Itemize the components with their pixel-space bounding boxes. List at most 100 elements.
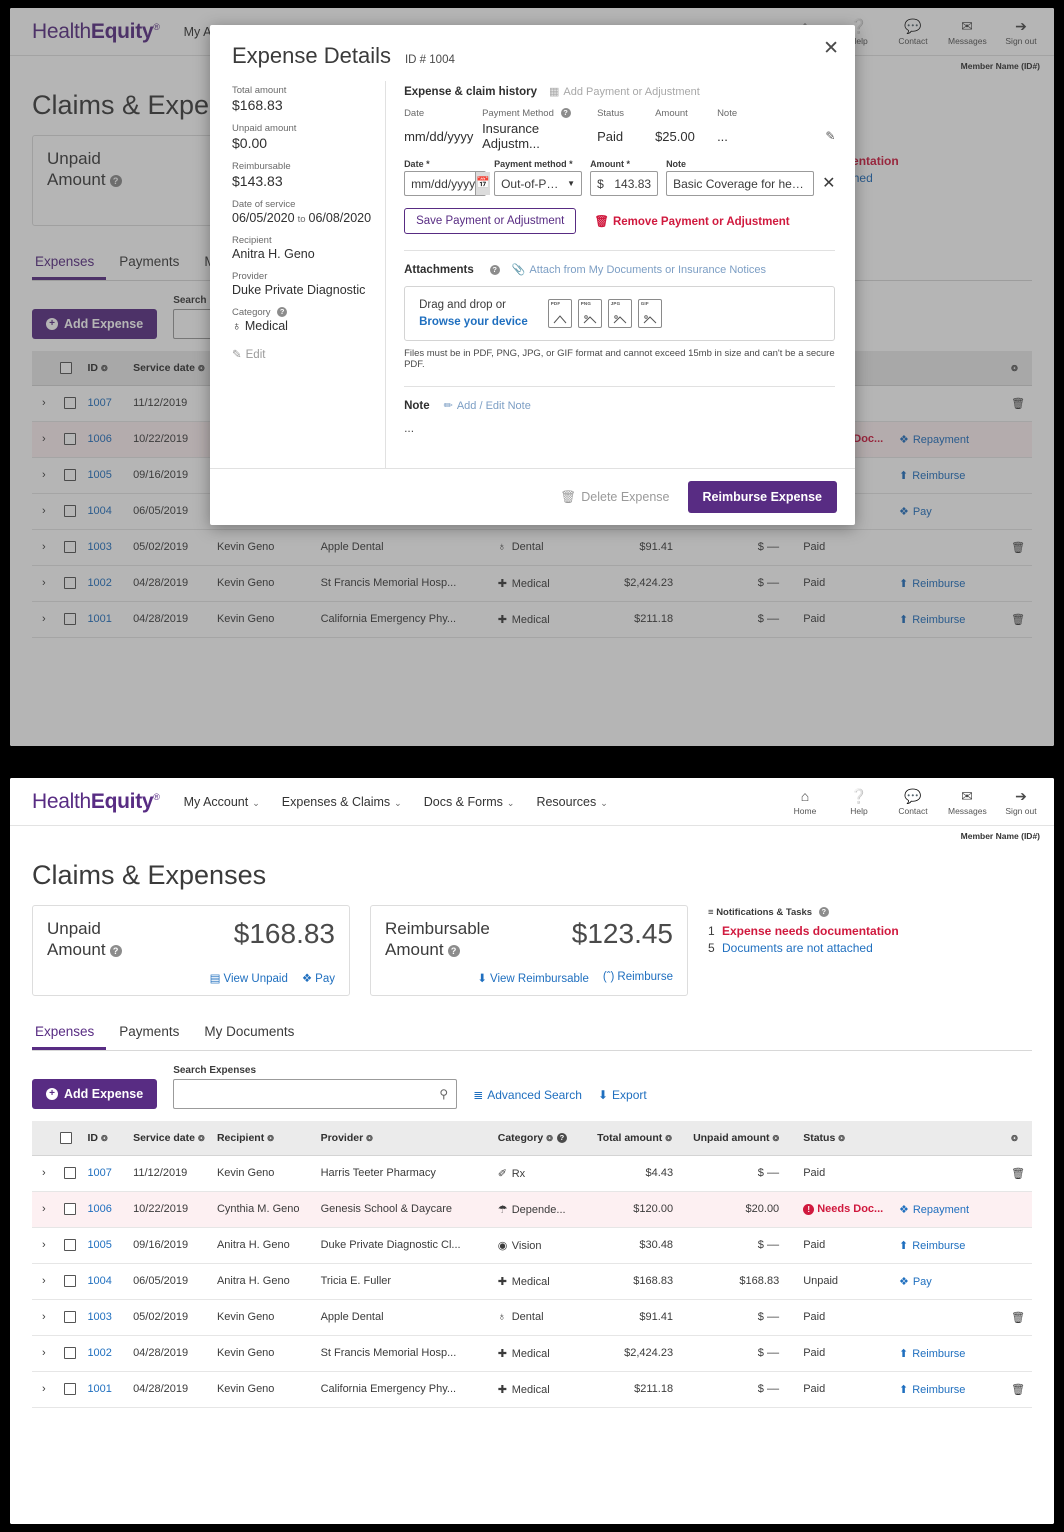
th-recipient[interactable]: Recipient❂ — [212, 1120, 317, 1156]
table-row[interactable]: › 1003 05/02/2019 Kevin Geno Apple Dental ♁ De… — [32, 529, 1032, 566]
row-checkbox-cell[interactable] — [55, 601, 84, 638]
edit-expense-link[interactable]: ✎ Edit — [232, 347, 371, 361]
expense-id-link[interactable]: 1006 — [87, 1203, 111, 1215]
expense-id-link[interactable]: 1007 — [87, 397, 111, 409]
th-settings[interactable]: ❂ — [1004, 350, 1032, 386]
row-checkbox[interactable] — [63, 505, 76, 518]
expand-row-icon[interactable]: › — [32, 1335, 56, 1372]
cell-action[interactable]: ⬆ Reimburse — [894, 1335, 1005, 1372]
th-id[interactable]: ID ❂ — [83, 350, 130, 386]
row-action-link[interactable]: ⬆ Reimburse — [899, 1384, 965, 1396]
reimburse-link[interactable]: (ˆ)Reimburse — [603, 971, 673, 985]
nav-docs-forms[interactable]: Docs & Forms⌄ — [424, 795, 515, 809]
pay-link[interactable]: ❖Pay — [302, 971, 335, 985]
row-action-link[interactable]: ⬆ Reimburse — [899, 1240, 965, 1252]
payment-method-select[interactable]: Out-of-Pocke...▼ — [494, 171, 583, 196]
row-checkbox[interactable] — [63, 613, 76, 626]
th-settings[interactable]: ❂ — [1004, 1120, 1032, 1156]
row-checkbox-cell[interactable] — [55, 493, 84, 530]
cell-id[interactable]: 1005 — [83, 1227, 130, 1264]
th-select-all[interactable] — [55, 350, 84, 386]
table-row[interactable]: › 1006 10/22/2019Cynthia M. GenoGenesis Sc… — [32, 1190, 1032, 1228]
cell-id[interactable]: 1003 — [83, 529, 130, 566]
add-expense-button[interactable]: + Add Expense — [32, 308, 158, 339]
expand-row-icon[interactable]: › — [32, 385, 56, 422]
cell-id[interactable]: 1007 — [83, 1155, 130, 1192]
date-input[interactable]: mm/dd/yyyy 📅 — [404, 171, 490, 196]
expand-row-icon[interactable]: › — [32, 420, 56, 458]
th-provider[interactable]: Provider❂ — [316, 1120, 494, 1156]
remove-payment-link[interactable]: 🗑 Remove Payment or Adjustment — [594, 214, 789, 228]
reimburse-expense-button[interactable]: Reimburse Expense — [687, 481, 837, 513]
row-action-link[interactable]: ⬆ Reimburse — [899, 578, 965, 590]
row-action-link[interactable]: ⬆ Reimburse — [899, 470, 965, 482]
row-action-link[interactable]: ⬆ Reimburse — [899, 614, 965, 626]
delete-row-icon[interactable]: 🗑 — [1004, 385, 1032, 422]
row-action-link[interactable]: ❖ Repayment — [899, 434, 969, 446]
cell-id[interactable]: 1003 — [83, 1299, 130, 1336]
util-signout[interactable]: ➔ Sign out — [1002, 18, 1040, 46]
attach-from-documents-link[interactable]: 📎 Attach from My Documents or Insurance N… — [512, 263, 766, 276]
util-signout[interactable]: ➔ Sign out — [1002, 788, 1040, 816]
th-unpaid-amount[interactable]: Unpaid amount❂ — [689, 1120, 800, 1156]
expand-row-icon[interactable]: › — [32, 601, 56, 638]
cell-action[interactable]: ⬆ Reimburse — [894, 601, 1005, 638]
row-checkbox[interactable] — [63, 1239, 76, 1252]
select-all-checkbox[interactable] — [59, 361, 72, 374]
row-checkbox-cell[interactable] — [55, 457, 84, 494]
row-checkbox[interactable] — [63, 1347, 76, 1360]
expand-row-icon[interactable]: › — [32, 1227, 56, 1264]
cell-action[interactable]: ❖ Pay — [894, 493, 1005, 530]
row-checkbox-cell[interactable] — [55, 1263, 84, 1300]
tab-payments[interactable]: Payments — [116, 1016, 191, 1050]
expand-row-icon[interactable]: › — [32, 1299, 56, 1336]
expense-id-link[interactable]: 1003 — [87, 1311, 111, 1323]
row-checkbox-cell[interactable] — [55, 1191, 84, 1228]
tab-expenses[interactable]: Expenses — [32, 1016, 107, 1050]
row-checkbox-cell[interactable] — [55, 1155, 84, 1192]
expand-row-icon[interactable]: › — [32, 565, 56, 602]
view-unpaid-link[interactable]: ▤View Unpaid — [210, 971, 288, 985]
row-checkbox[interactable] — [63, 1167, 76, 1180]
expense-id-link[interactable]: 1006 — [87, 433, 111, 445]
row-checkbox-cell[interactable] — [55, 1227, 84, 1264]
cell-id[interactable]: 1006 — [83, 1191, 130, 1228]
cell-action[interactable]: ⬆ Reimburse — [894, 457, 1005, 494]
pencil-icon[interactable]: ✎ — [813, 129, 835, 147]
add-expense-button[interactable]: + Add Expense — [32, 1078, 158, 1109]
row-action-link[interactable]: ❖ Pay — [899, 506, 932, 518]
expand-row-icon[interactable]: › — [32, 1263, 56, 1300]
row-checkbox[interactable] — [63, 541, 76, 554]
table-row[interactable]: › 1004 06/05/2019Anitra H. GenoTricia E. F… — [32, 1263, 1032, 1300]
cell-id[interactable]: 1004 — [83, 493, 130, 530]
expense-id-link[interactable]: 1002 — [87, 577, 111, 589]
cell-action[interactable]: ❖ Repayment — [894, 421, 1005, 458]
th-service-date[interactable]: Service date ❂ — [129, 350, 213, 386]
row-checkbox[interactable] — [63, 397, 76, 410]
expand-row-icon[interactable]: › — [32, 1190, 56, 1228]
row-checkbox-cell[interactable] — [55, 565, 84, 602]
row-checkbox-cell[interactable] — [55, 421, 84, 458]
row-checkbox-cell[interactable] — [55, 1371, 84, 1408]
expense-id-link[interactable]: 1002 — [87, 1347, 111, 1359]
amount-input[interactable]: $143.83 — [590, 171, 659, 196]
table-row[interactable]: › 1001 04/28/2019 Kevin Geno California Emer… — [32, 1371, 1032, 1408]
row-checkbox-cell[interactable] — [55, 385, 84, 422]
th-service-date[interactable]: Service date ❂ — [129, 1120, 213, 1156]
nav-expenses-claims[interactable]: Expenses & Claims⌄ — [282, 795, 402, 809]
expense-id-link[interactable]: 1007 — [87, 1167, 111, 1179]
util-messages[interactable]: ✉ Messages — [948, 788, 987, 816]
help-icon[interactable]: ? — [109, 944, 122, 957]
table-row[interactable]: › 1002 04/28/2019 Kevin Geno St Francis Memo… — [32, 1335, 1032, 1372]
th-status[interactable]: Status❂ — [799, 1120, 895, 1156]
cell-id[interactable]: 1007 — [83, 385, 130, 422]
delete-expense-link[interactable]: 🗑 Delete Expense — [560, 490, 669, 505]
help-icon[interactable]: ? — [818, 907, 829, 918]
add-edit-note-link[interactable]: ✏ Add / Edit Note — [444, 399, 531, 412]
util-help[interactable]: ❔ Help — [840, 788, 878, 816]
help-icon[interactable]: ? — [560, 108, 571, 119]
nav-my-account[interactable]: My Account⌄ — [184, 795, 260, 809]
remove-row-icon[interactable]: ✕ — [822, 173, 835, 196]
tab-payments[interactable]: Payments — [116, 246, 191, 280]
save-payment-button[interactable]: Save Payment or Adjustment — [404, 208, 577, 234]
